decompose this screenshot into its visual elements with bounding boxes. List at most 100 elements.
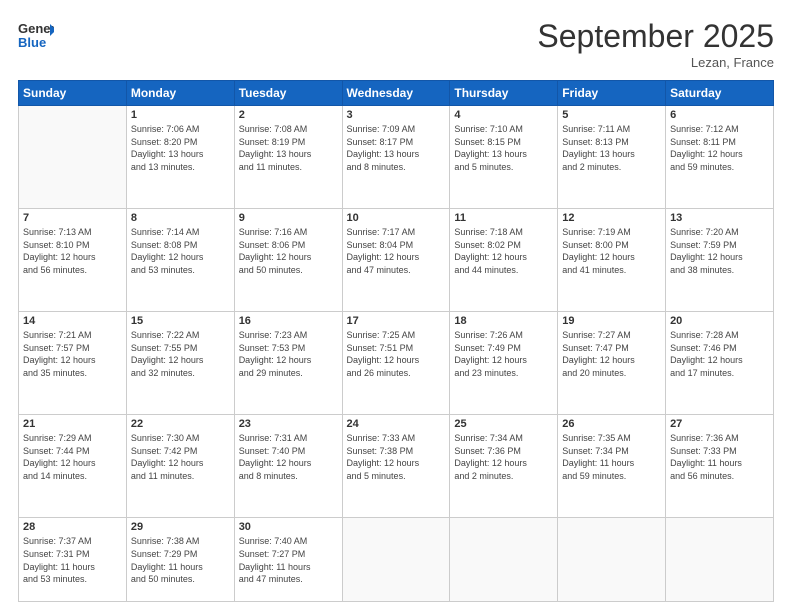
day-info: Sunrise: 7:38 AM Sunset: 7:29 PM Dayligh…	[131, 535, 230, 585]
day-number: 14	[23, 315, 122, 327]
day-number: 28	[23, 521, 122, 533]
table-row: 11 Sunrise: 7:18 AM Sunset: 8:02 PM Dayli…	[450, 209, 558, 312]
day-number: 7	[23, 212, 122, 224]
logo: General Blue	[18, 18, 54, 54]
table-row: 4 Sunrise: 7:10 AM Sunset: 8:15 PM Daylig…	[450, 106, 558, 209]
table-row: 23 Sunrise: 7:31 AM Sunset: 7:40 PM Dayli…	[234, 415, 342, 518]
table-row: 29 Sunrise: 7:38 AM Sunset: 7:29 PM Dayli…	[126, 518, 234, 602]
day-number: 9	[239, 212, 338, 224]
day-info: Sunrise: 7:31 AM Sunset: 7:40 PM Dayligh…	[239, 432, 338, 482]
day-number: 11	[454, 212, 553, 224]
day-number: 25	[454, 418, 553, 430]
day-number: 13	[670, 212, 769, 224]
day-info: Sunrise: 7:34 AM Sunset: 7:36 PM Dayligh…	[454, 432, 553, 482]
day-number: 6	[670, 109, 769, 121]
calendar-week-row: 28 Sunrise: 7:37 AM Sunset: 7:31 PM Dayli…	[19, 518, 774, 602]
day-info: Sunrise: 7:18 AM Sunset: 8:02 PM Dayligh…	[454, 226, 553, 276]
table-row: 22Sunrise: 7:30 AM Sunset: 7:42 PM Dayli…	[126, 415, 234, 518]
calendar-table: Sunday Monday Tuesday Wednesday Thursday…	[18, 80, 774, 602]
subtitle: Lezan, France	[537, 55, 774, 70]
day-info: Sunrise: 7:12 AM Sunset: 8:11 PM Dayligh…	[670, 123, 769, 173]
day-number: 30	[239, 521, 338, 533]
table-row: 25 Sunrise: 7:34 AM Sunset: 7:36 PM Dayli…	[450, 415, 558, 518]
logo-container: General Blue	[18, 18, 54, 54]
day-info: Sunrise: 7:36 AM Sunset: 7:33 PM Dayligh…	[670, 432, 769, 482]
table-row: 27 Sunrise: 7:36 AM Sunset: 7:33 PM Dayli…	[666, 415, 774, 518]
day-number: 12	[562, 212, 661, 224]
table-row: 6 Sunrise: 7:12 AM Sunset: 8:11 PM Daylig…	[666, 106, 774, 209]
day-number: 24	[347, 418, 446, 430]
day-number: 19	[562, 315, 661, 327]
table-row: 15 Sunrise: 7:22 AM Sunset: 7:55 PM Dayli…	[126, 312, 234, 415]
day-number: 27	[670, 418, 769, 430]
day-number: 21	[23, 418, 122, 430]
day-number: 18	[454, 315, 553, 327]
table-row	[666, 518, 774, 602]
table-row: 10 Sunrise: 7:17 AM Sunset: 8:04 PM Dayli…	[342, 209, 450, 312]
table-row: 16Sunrise: 7:23 AM Sunset: 7:53 PM Dayli…	[234, 312, 342, 415]
day-info: Sunrise: 7:20 AM Sunset: 7:59 PM Dayligh…	[670, 226, 769, 276]
day-info: Sunrise: 7:28 AM Sunset: 7:46 PM Dayligh…	[670, 329, 769, 379]
header-tuesday: Tuesday	[234, 81, 342, 106]
table-row: 17 Sunrise: 7:25 AM Sunset: 7:51 PM Dayli…	[342, 312, 450, 415]
day-info: Sunrise: 7:27 AM Sunset: 7:47 PM Dayligh…	[562, 329, 661, 379]
day-info: Sunrise: 7:08 AM Sunset: 8:19 PM Dayligh…	[239, 123, 338, 173]
day-info: Sunrise: 7:29 AM Sunset: 7:44 PM Dayligh…	[23, 432, 122, 482]
month-title: September 2025	[537, 18, 774, 55]
table-row	[450, 518, 558, 602]
weekday-header-row: Sunday Monday Tuesday Wednesday Thursday…	[19, 81, 774, 106]
day-info: Sunrise: 7:26 AM Sunset: 7:49 PM Dayligh…	[454, 329, 553, 379]
table-row: 8Sunrise: 7:14 AM Sunset: 8:08 PM Daylig…	[126, 209, 234, 312]
table-row: 30 Sunrise: 7:40 AM Sunset: 7:27 PM Dayli…	[234, 518, 342, 602]
day-info: Sunrise: 7:13 AM Sunset: 8:10 PM Dayligh…	[23, 226, 122, 276]
table-row: 26 Sunrise: 7:35 AM Sunset: 7:34 PM Dayli…	[558, 415, 666, 518]
table-row: 9 Sunrise: 7:16 AM Sunset: 8:06 PM Daylig…	[234, 209, 342, 312]
table-row: 13 Sunrise: 7:20 AM Sunset: 7:59 PM Dayli…	[666, 209, 774, 312]
table-row: 14 Sunrise: 7:21 AM Sunset: 7:57 PM Dayli…	[19, 312, 127, 415]
day-number: 3	[347, 109, 446, 121]
calendar-week-row: 14 Sunrise: 7:21 AM Sunset: 7:57 PM Dayli…	[19, 312, 774, 415]
day-info: Sunrise: 7:09 AM Sunset: 8:17 PM Dayligh…	[347, 123, 446, 173]
day-info: Sunrise: 7:21 AM Sunset: 7:57 PM Dayligh…	[23, 329, 122, 379]
day-number: 4	[454, 109, 553, 121]
day-number: 23	[239, 418, 338, 430]
table-row: 5Sunrise: 7:11 AM Sunset: 8:13 PM Daylig…	[558, 106, 666, 209]
day-info: Sunrise: 7:35 AM Sunset: 7:34 PM Dayligh…	[562, 432, 661, 482]
day-info: Sunrise: 7:17 AM Sunset: 8:04 PM Dayligh…	[347, 226, 446, 276]
title-block: September 2025 Lezan, France	[537, 18, 774, 70]
day-number: 8	[131, 212, 230, 224]
header-thursday: Thursday	[450, 81, 558, 106]
day-info: Sunrise: 7:33 AM Sunset: 7:38 PM Dayligh…	[347, 432, 446, 482]
table-row: 1Sunrise: 7:06 AM Sunset: 8:20 PM Daylig…	[126, 106, 234, 209]
day-info: Sunrise: 7:10 AM Sunset: 8:15 PM Dayligh…	[454, 123, 553, 173]
day-number: 10	[347, 212, 446, 224]
header-monday: Monday	[126, 81, 234, 106]
header-wednesday: Wednesday	[342, 81, 450, 106]
day-number: 29	[131, 521, 230, 533]
table-row: 28 Sunrise: 7:37 AM Sunset: 7:31 PM Dayli…	[19, 518, 127, 602]
day-info: Sunrise: 7:37 AM Sunset: 7:31 PM Dayligh…	[23, 535, 122, 585]
day-info: Sunrise: 7:19 AM Sunset: 8:00 PM Dayligh…	[562, 226, 661, 276]
header-friday: Friday	[558, 81, 666, 106]
table-row	[558, 518, 666, 602]
table-row: 7 Sunrise: 7:13 AM Sunset: 8:10 PM Daylig…	[19, 209, 127, 312]
day-number: 16	[239, 315, 338, 327]
day-number: 20	[670, 315, 769, 327]
day-number: 15	[131, 315, 230, 327]
day-number: 26	[562, 418, 661, 430]
table-row: 3 Sunrise: 7:09 AM Sunset: 8:17 PM Daylig…	[342, 106, 450, 209]
day-number: 2	[239, 109, 338, 121]
table-row	[19, 106, 127, 209]
table-row: 12 Sunrise: 7:19 AM Sunset: 8:00 PM Dayli…	[558, 209, 666, 312]
day-info: Sunrise: 7:40 AM Sunset: 7:27 PM Dayligh…	[239, 535, 338, 585]
calendar-week-row: 1Sunrise: 7:06 AM Sunset: 8:20 PM Daylig…	[19, 106, 774, 209]
day-info: Sunrise: 7:16 AM Sunset: 8:06 PM Dayligh…	[239, 226, 338, 276]
day-info: Sunrise: 7:25 AM Sunset: 7:51 PM Dayligh…	[347, 329, 446, 379]
day-number: 17	[347, 315, 446, 327]
svg-text:General: General	[18, 21, 54, 36]
day-number: 22	[131, 418, 230, 430]
calendar-week-row: 21 Sunrise: 7:29 AM Sunset: 7:44 PM Dayli…	[19, 415, 774, 518]
calendar-week-row: 7 Sunrise: 7:13 AM Sunset: 8:10 PM Daylig…	[19, 209, 774, 312]
table-row: 21 Sunrise: 7:29 AM Sunset: 7:44 PM Dayli…	[19, 415, 127, 518]
day-info: Sunrise: 7:22 AM Sunset: 7:55 PM Dayligh…	[131, 329, 230, 379]
